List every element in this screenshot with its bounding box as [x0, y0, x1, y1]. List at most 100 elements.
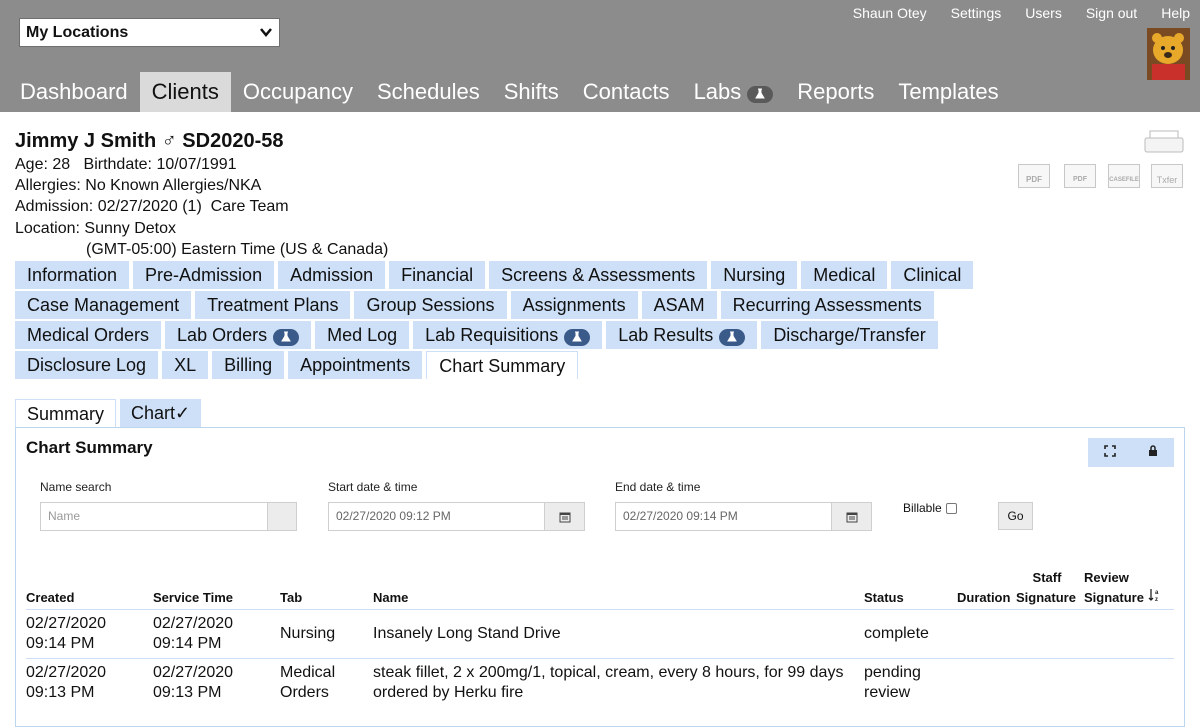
nav-contacts[interactable]: Contacts [571, 72, 682, 112]
settings-link[interactable]: Settings [951, 5, 1002, 21]
nav-shifts[interactable]: Shifts [492, 72, 571, 112]
tab-information[interactable]: Information [15, 261, 130, 289]
printer-icon[interactable] [1144, 130, 1184, 159]
users-link[interactable]: Users [1025, 5, 1062, 21]
patient-title: Jimmy J Smith ♂ SD2020-58 [15, 128, 388, 154]
help-link[interactable]: Help [1161, 5, 1190, 21]
chart-summary-panel: Chart Summary Name search Name Start dat… [15, 427, 1185, 727]
patient-id: SD2020-58 [182, 130, 284, 152]
nav-label: Templates [898, 79, 999, 104]
tab-medical-orders[interactable]: Medical Orders [15, 321, 162, 349]
tab-row-2: Case Management Treatment Plans Group Se… [15, 291, 995, 321]
calendar-icon[interactable] [544, 502, 585, 531]
flask-icon [564, 328, 591, 346]
col-service-time[interactable]: Service Time [153, 588, 233, 608]
tab-pre-admission[interactable]: Pre-Admission [133, 261, 275, 289]
sign-out-link[interactable]: Sign out [1086, 5, 1137, 21]
age-row: Age: 28 Birthdate: 10/07/1991 [15, 154, 388, 175]
expand-icon[interactable] [1104, 444, 1116, 462]
multi-pdf-icon-label: PDF [1073, 176, 1087, 183]
name-search-input[interactable]: Name [40, 502, 269, 531]
col-duration[interactable]: Duration [957, 588, 1010, 608]
location-value: Sunny Detox [84, 220, 176, 237]
start-date-input[interactable]: 02/27/2020 09:12 PM [328, 502, 545, 531]
row2-status-line1: pending [864, 664, 921, 681]
nav-templates[interactable]: Templates [886, 72, 1010, 112]
tab-financial[interactable]: Financial [389, 261, 486, 289]
tab-case-management[interactable]: Case Management [15, 291, 192, 319]
row1-service-time-value: 09:14 PM [153, 635, 222, 652]
row2-service-time-value: 09:13 PM [153, 684, 222, 701]
user-name-link[interactable]: Shaun Otey [853, 5, 927, 21]
go-button[interactable]: Go [998, 502, 1033, 530]
tab-assignments[interactable]: Assignments [510, 291, 638, 319]
sub-tabs: Summary Chart✓ [15, 399, 205, 427]
calendar-icon[interactable] [831, 502, 872, 531]
tab-screens-assessments[interactable]: Screens & Assessments [489, 261, 708, 289]
row1-name[interactable]: Insanely Long Stand Drive [373, 624, 561, 644]
col-created[interactable]: Created [26, 588, 74, 608]
end-date-input[interactable]: 02/27/2020 09:14 PM [615, 502, 832, 531]
nav-label: Reports [797, 79, 875, 104]
col-status[interactable]: Status [864, 588, 904, 608]
tab-lab-results-label: Lab Results [618, 325, 714, 345]
nav-reports[interactable]: Reports [785, 72, 886, 112]
nav-schedules[interactable]: Schedules [365, 72, 492, 112]
tab-discharge-transfer[interactable]: Discharge/Transfer [761, 321, 938, 349]
pdf-icon[interactable]: PDF [1018, 164, 1050, 188]
sort-icon[interactable]: az [1148, 589, 1162, 605]
col-tab[interactable]: Tab [280, 588, 302, 608]
nav-clients[interactable]: Clients [139, 72, 231, 112]
nav-dashboard[interactable]: Dashboard [8, 72, 140, 112]
location-row: Location: Sunny Detox [15, 218, 388, 239]
tab-billing[interactable]: Billing [212, 351, 285, 379]
location-select[interactable]: My Locations [19, 18, 280, 47]
tab-lab-results[interactable]: Lab Results [606, 321, 758, 349]
subtab-summary[interactable]: Summary [15, 399, 117, 427]
tab-treatment-plans[interactable]: Treatment Plans [195, 291, 351, 319]
age-value: 28 [52, 156, 71, 173]
tab-clinical[interactable]: Clinical [891, 261, 974, 289]
tab-nursing[interactable]: Nursing [711, 261, 798, 289]
tab-medical[interactable]: Medical [801, 261, 888, 289]
tab-appointments[interactable]: Appointments [288, 351, 423, 379]
lock-icon[interactable] [1148, 444, 1158, 462]
tab-group-sessions[interactable]: Group Sessions [354, 291, 507, 319]
billable-checkbox[interactable] [945, 502, 957, 514]
tab-chart-summary[interactable]: Chart Summary [426, 351, 579, 379]
tab-lab-requisitions[interactable]: Lab Requisitions [413, 321, 603, 349]
nav-labs[interactable]: Labs [682, 72, 786, 112]
subtab-chart[interactable]: Chart✓ [120, 399, 202, 427]
admission-label: Admission: [15, 198, 94, 215]
end-date-label: End date & time [615, 480, 701, 494]
row2-name[interactable]: steak fillet, 2 x 200mg/1, topical, crea… [373, 663, 843, 703]
transfer-icon[interactable]: Txfer [1151, 164, 1183, 188]
col-review-signature-label: Signature [1084, 590, 1144, 605]
row2-status-line2: review [864, 684, 911, 701]
tab-recurring-assessments[interactable]: Recurring Assessments [720, 291, 934, 319]
col-staff-signature[interactable]: Signature [1016, 588, 1076, 608]
multi-pdf-icon[interactable]: PDF [1064, 164, 1096, 188]
tab-lab-orders[interactable]: Lab Orders [165, 321, 312, 349]
main-nav: Dashboard Clients Occupancy Schedules Sh… [8, 72, 1011, 112]
nav-occupancy[interactable]: Occupancy [231, 72, 365, 112]
age-label: Age: [15, 156, 48, 173]
name-search-addon[interactable] [267, 502, 297, 531]
casefile-icon-label: CASEFILE [1109, 177, 1139, 183]
tab-disclosure-log[interactable]: Disclosure Log [15, 351, 159, 379]
casefile-icon[interactable]: CASEFILE [1108, 164, 1140, 188]
allergies-label: Allergies: [15, 177, 81, 194]
col-name[interactable]: Name [373, 588, 408, 608]
tab-row-1: Information Pre-Admission Admission Fina… [15, 261, 995, 291]
row2-created-date: 02/27/2020 [26, 664, 107, 681]
tab-med-log[interactable]: Med Log [315, 321, 410, 349]
col-review-signature[interactable]: Signature az [1084, 588, 1162, 608]
birthdate-label: Birthdate: [83, 156, 152, 173]
avatar[interactable] [1147, 28, 1190, 80]
tab-xl[interactable]: XL [162, 351, 209, 379]
tab-admission[interactable]: Admission [278, 261, 386, 289]
header-divider [26, 609, 1174, 610]
svg-text:z: z [1155, 597, 1158, 602]
tab-asam[interactable]: ASAM [641, 291, 717, 319]
care-team-link[interactable]: Care Team [211, 198, 289, 215]
